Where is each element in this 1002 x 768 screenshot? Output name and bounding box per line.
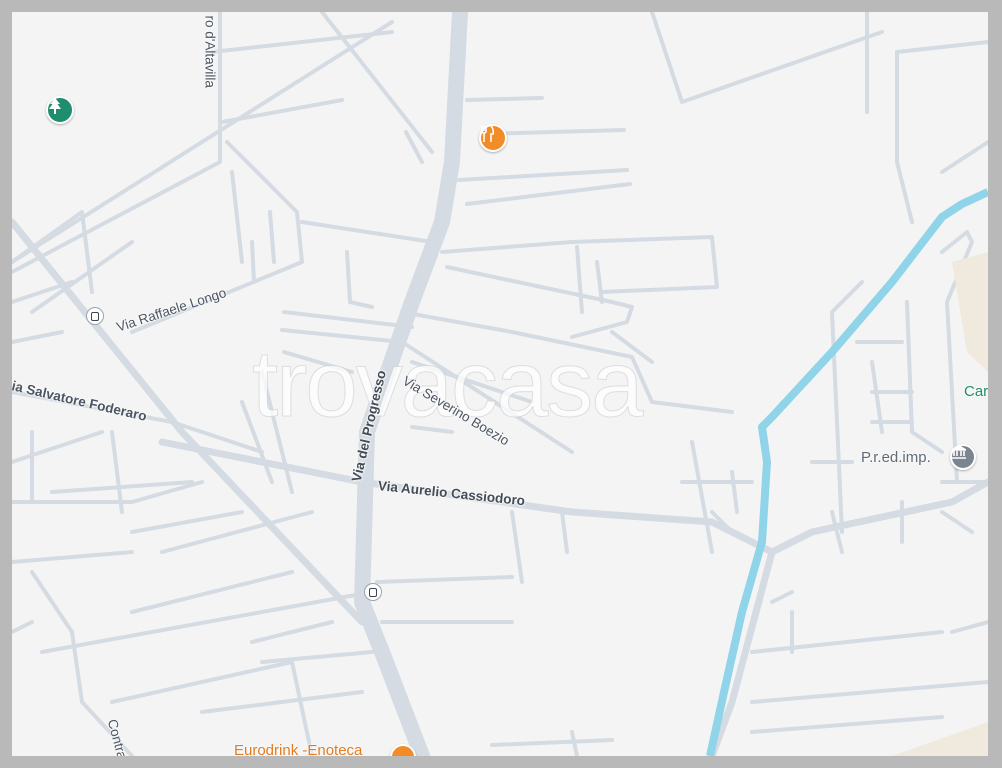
tree-icon[interactable] <box>46 96 74 124</box>
watermark: trovacasa <box>252 331 645 437</box>
poi-label-eurodrink[interactable]: Eurodrink -Enoteca <box>234 742 362 756</box>
poi-label-car[interactable]: Car <box>964 383 988 400</box>
institution-icon[interactable] <box>950 444 976 470</box>
bus-stop-icon[interactable] <box>86 307 104 325</box>
bus-stop-icon[interactable] <box>364 583 382 601</box>
street-label-altavilla: ro d'Altavilla <box>202 15 218 88</box>
map-canvas[interactable]: trovacasa ro d'Altavilla Via Raffaele Lo… <box>12 12 988 756</box>
restaurant-icon[interactable] <box>479 124 507 152</box>
poi-label-pred-imp[interactable]: P.r.ed.imp. <box>861 449 931 466</box>
